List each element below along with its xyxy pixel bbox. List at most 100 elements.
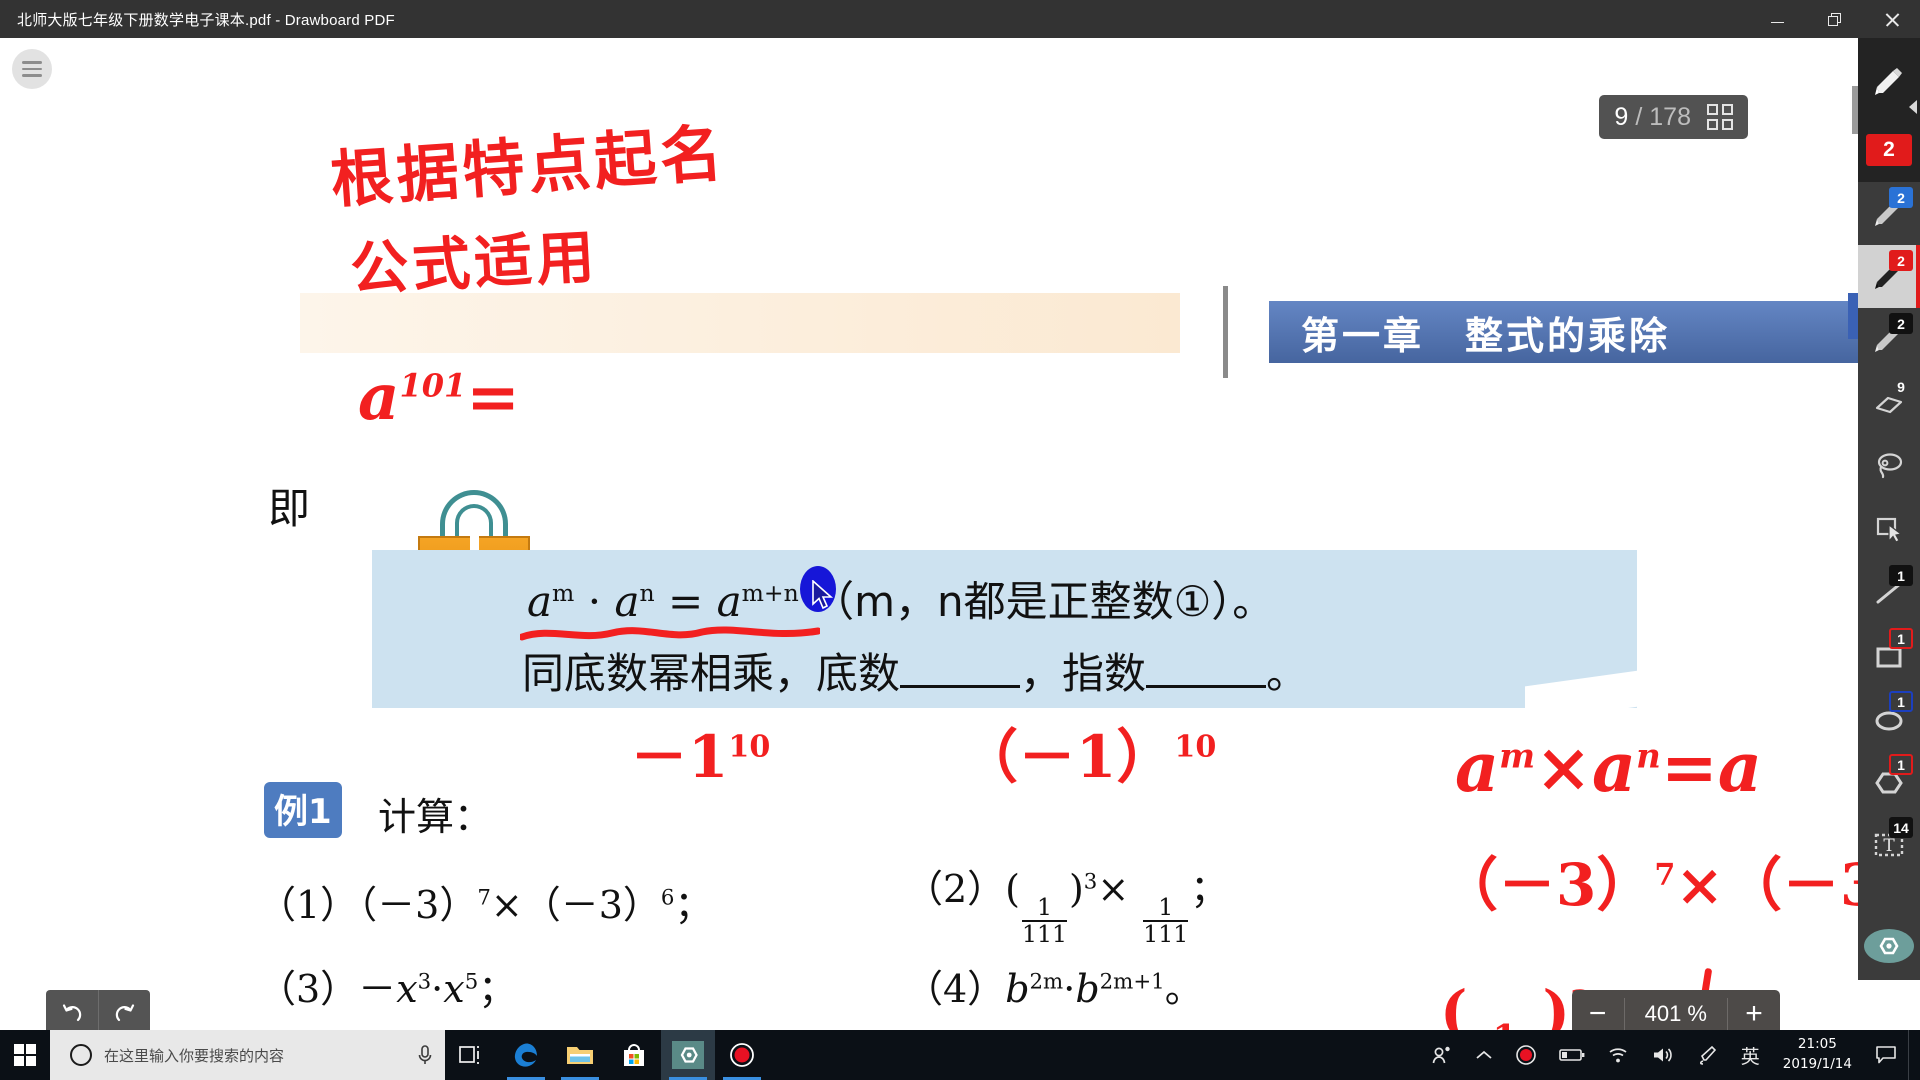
window-title: 北师大版七年级下册数学电子课本.pdf - Drawboard PDF [17, 11, 395, 29]
pen-red-tool[interactable]: 2 [1858, 126, 1920, 182]
close-button[interactable] [1863, 0, 1920, 38]
line-badge: 1 [1889, 565, 1913, 586]
pen-grey-badge: 2 [1889, 313, 1913, 334]
ink-underline-squiggle [520, 626, 820, 641]
ellipse-badge: 1 [1889, 691, 1913, 712]
drawboard-logo[interactable] [1863, 926, 1915, 966]
cortana-circle-icon [70, 1044, 92, 1066]
example-title: 计算： [378, 795, 493, 839]
search-input[interactable]: 在这里输入你要搜索的内容 [104, 1045, 415, 1066]
pen-black-tool[interactable]: 2 [1858, 245, 1920, 308]
chevron-up-icon [1476, 1050, 1492, 1059]
battery-icon[interactable] [1548, 1030, 1596, 1080]
grid-thumbnails-icon[interactable] [1707, 104, 1733, 130]
ime-indicator[interactable]: 英 [1730, 1030, 1771, 1080]
pdf-viewport[interactable]: 第一章 整式的乘除 即 am · an = am+n （m，n都是正整数①）。 … [0, 38, 1858, 1030]
clock-date: 2019/1/14 [1782, 1056, 1852, 1072]
undo-button[interactable] [46, 990, 98, 1030]
zoom-in-button[interactable]: + [1728, 990, 1780, 1030]
notification-glyph-icon [1876, 1046, 1896, 1064]
chapter-rule [1223, 286, 1228, 378]
screen-recorder-icon[interactable] [715, 1030, 769, 1080]
redo-button[interactable] [98, 990, 150, 1030]
people-icon[interactable] [1420, 1030, 1464, 1080]
microsoft-store-icon[interactable] [607, 1030, 661, 1080]
polygon-badge: 1 [1889, 754, 1913, 775]
hamburger-icon-line [22, 61, 42, 64]
area-select-tool[interactable] [1858, 497, 1920, 560]
recording-indicator-icon[interactable] [1504, 1030, 1548, 1080]
redo-icon [115, 1004, 134, 1022]
pen-blue-tool[interactable]: 2 [1858, 182, 1920, 245]
drawboard-glyph-icon [672, 1041, 704, 1069]
rectangle-badge: 1 [1889, 628, 1913, 649]
microphone-icon[interactable] [415, 1043, 435, 1067]
page-header-strip [300, 293, 1180, 353]
page-separator: / [1635, 102, 1643, 131]
page-indicator[interactable]: 9 / 178 [1599, 95, 1748, 139]
wifi-glyph-icon [1609, 1048, 1627, 1063]
collapse-arrow-icon[interactable] [1909, 100, 1917, 114]
highlighter-icon [1875, 68, 1902, 95]
rectangle-tool[interactable]: 1 [1858, 623, 1920, 686]
microsoft-edge-icon[interactable] [499, 1030, 553, 1080]
chapter-bar: 第一章 整式的乘除 [1269, 301, 1858, 363]
main-menu-button[interactable] [12, 49, 52, 89]
action-center-icon[interactable] [1864, 1030, 1908, 1080]
zoom-out-button[interactable]: − [1572, 990, 1624, 1030]
text-box-tool[interactable]: 14 T [1858, 812, 1920, 875]
problem-3: （3）－x3·x5； [258, 967, 517, 1011]
restore-button[interactable] [1806, 0, 1863, 38]
pen-black-badge: 2 [1889, 250, 1913, 271]
lasso-icon [1877, 452, 1903, 478]
power-product-formula: am · an = am+n （m，n都是正整数①）。 [527, 577, 1275, 626]
undo-icon [62, 1004, 82, 1022]
show-hidden-icons-chevron[interactable] [1464, 1030, 1504, 1080]
taskbar-search-box[interactable]: 在这里输入你要搜索的内容 [50, 1030, 445, 1080]
show-desktop-button[interactable] [1908, 1030, 1916, 1080]
zoom-control: − 401 % + [1571, 990, 1780, 1030]
windows-taskbar: 在这里输入你要搜索的内容 英 21:05 2019/1/14 [0, 1030, 1920, 1080]
system-tray: 英 21:05 2019/1/14 [1420, 1030, 1920, 1080]
page-current: 9 [1614, 102, 1629, 131]
hamburger-icon-line [22, 74, 42, 77]
pdf-page-9: 第一章 整式的乘除 即 am · an = am+n （m，n都是正整数①）。 … [0, 38, 1858, 1030]
pen-grey-tool[interactable]: 2 [1858, 308, 1920, 371]
record-glyph-icon [730, 1043, 754, 1067]
close-icon [1885, 13, 1898, 26]
pen-red-badge: 2 [1866, 134, 1912, 166]
minimize-icon [1771, 16, 1784, 23]
ellipse-tool[interactable]: 1 [1858, 686, 1920, 749]
file-explorer-icon[interactable] [553, 1030, 607, 1080]
pen-glyph-icon [1699, 1045, 1716, 1065]
line-tool[interactable]: 1 [1858, 560, 1920, 623]
polygon-tool[interactable]: 1 [1858, 749, 1920, 812]
task-view-icon[interactable] [445, 1030, 499, 1080]
volume-glyph-icon [1653, 1048, 1672, 1062]
formula-rule-text: 同底数幂相乘，底数 ，指数。 [522, 649, 1309, 698]
windows-ink-icon[interactable] [1686, 1030, 1730, 1080]
page-edge-marker [1848, 293, 1858, 339]
eraser-tool[interactable]: 9 [1858, 371, 1920, 434]
wifi-icon[interactable] [1596, 1030, 1640, 1080]
title-bar: 北师大版七年级下册数学电子课本.pdf - Drawboard PDF [0, 0, 1920, 38]
people-glyph-icon [1432, 1046, 1450, 1064]
select-arrow-icon [1876, 517, 1903, 543]
windows-start-icon[interactable] [0, 1030, 50, 1080]
zoom-level-value[interactable]: 401 % [1623, 998, 1728, 1030]
drawboard-pdf-icon[interactable] [661, 1030, 715, 1080]
restore-icon [1828, 12, 1841, 26]
clock-time: 21:05 [1797, 1036, 1837, 1053]
taskbar-clock[interactable]: 21:05 2019/1/14 [1771, 1030, 1864, 1080]
task-view-glyph-icon [459, 1046, 479, 1064]
volume-icon[interactable] [1640, 1030, 1686, 1080]
minimize-button[interactable] [1749, 0, 1806, 38]
example-badge: 例1 [264, 782, 342, 838]
windows-logo-icon [14, 1044, 36, 1066]
battery-glyph-icon [1558, 1049, 1585, 1061]
problem-1: （1）（－3）7×（－3）6； [258, 883, 713, 927]
highlighter-tool[interactable] [1858, 38, 1920, 126]
text-box-badge: 14 [1889, 817, 1913, 838]
lasso-select-tool[interactable] [1858, 434, 1920, 497]
problem-2: （2）(1 111)3× 1 111； [905, 867, 1229, 948]
